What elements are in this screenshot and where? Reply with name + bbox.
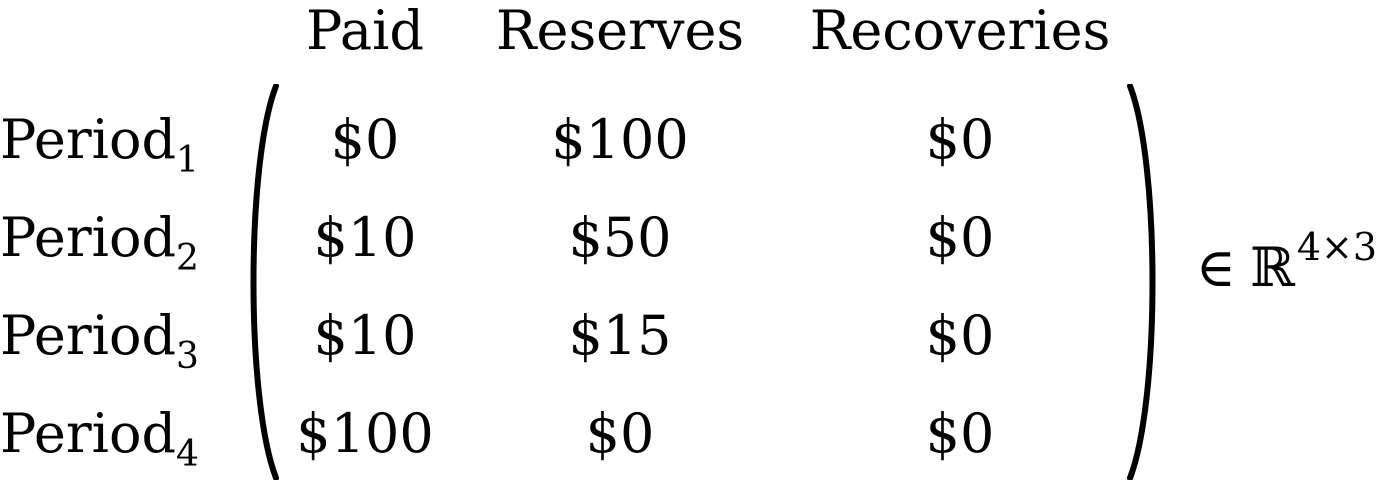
row-label-text: Period <box>0 206 177 269</box>
cell-period4-paid: $100 <box>296 402 434 465</box>
cell-period2-paid: $10 <box>313 206 417 269</box>
element-of-symbol: ∈ <box>1196 236 1236 299</box>
row-label-subscript: 1 <box>176 140 199 181</box>
row-label-period-1: Period1 <box>0 100 260 181</box>
row-label-period-3: Period3 <box>0 296 260 377</box>
column-header-recoveries: Recoveries <box>809 0 1111 62</box>
cell-period1-paid: $0 <box>330 108 400 171</box>
real-numbers-symbol: ℝ <box>1249 236 1295 299</box>
matrix-expression: Paid Reserves Recoveries Period1 $0 $100… <box>0 0 1400 480</box>
set-membership: ∈ ℝ4×3 <box>1196 225 1378 308</box>
row-label-period-2: Period2 <box>0 198 260 279</box>
cell-period3-paid: $10 <box>313 304 417 367</box>
row-label-text: Period <box>0 402 177 465</box>
row-label-subscript: 3 <box>176 336 199 377</box>
row-label-text: Period <box>0 108 177 171</box>
cell-period2-reserves: $50 <box>568 206 672 269</box>
row-label-text: Period <box>0 304 177 367</box>
cell-period2-recoveries: $0 <box>925 206 995 269</box>
cell-period1-reserves: $100 <box>551 108 689 171</box>
cell-period4-recoveries: $0 <box>925 402 995 465</box>
column-header-reserves: Reserves <box>495 0 745 62</box>
row-label-period-4: Period4 <box>0 394 260 475</box>
row-label-subscript: 2 <box>176 238 199 279</box>
cell-period3-recoveries: $0 <box>925 304 995 367</box>
right-parenthesis-icon <box>1127 84 1156 480</box>
cell-period1-recoveries: $0 <box>925 108 995 171</box>
left-parenthesis-icon <box>250 84 279 480</box>
row-label-subscript: 4 <box>176 434 199 475</box>
cell-period4-reserves: $0 <box>585 402 655 465</box>
dimension-superscript: 4×3 <box>1296 225 1378 269</box>
cell-period3-reserves: $15 <box>568 304 672 367</box>
column-header-paid: Paid <box>306 0 424 62</box>
